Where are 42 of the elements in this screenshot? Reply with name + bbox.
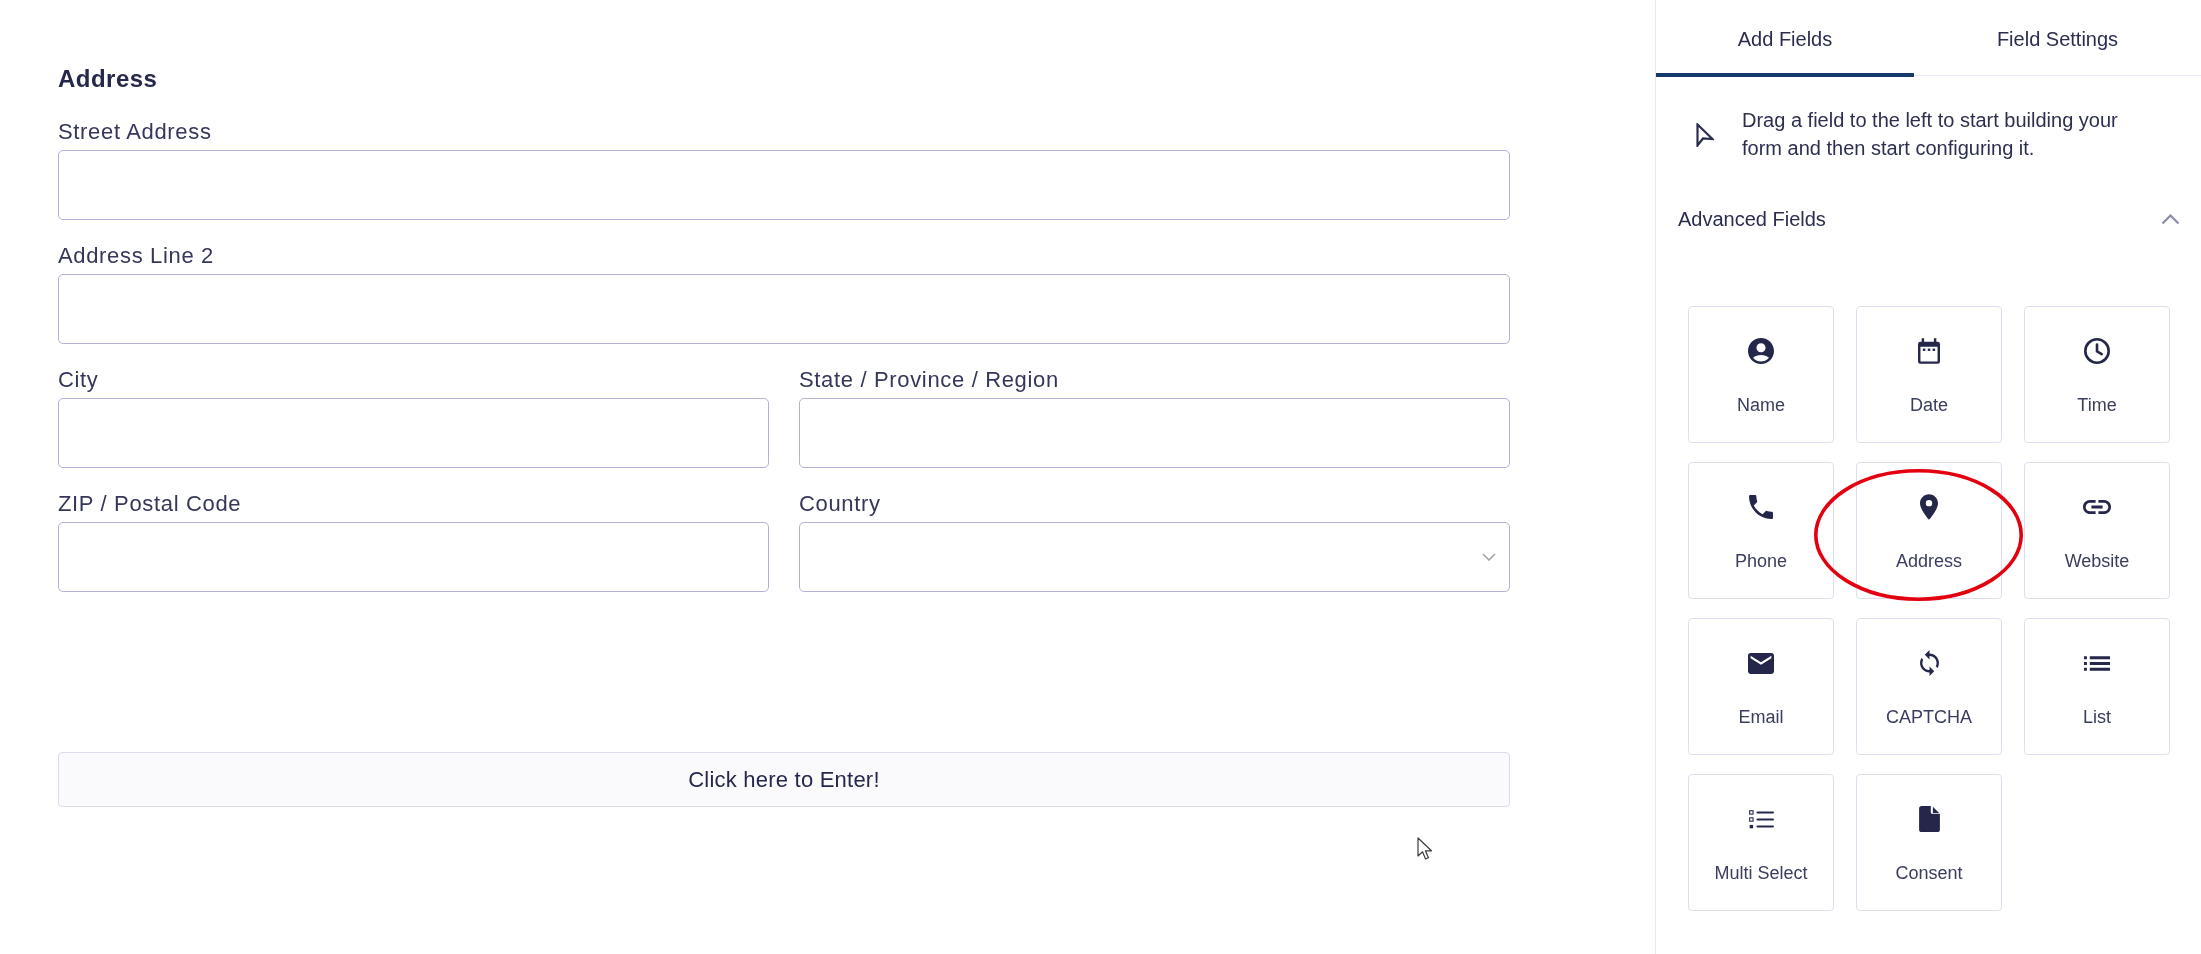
- text-field[interactable]: [58, 398, 769, 468]
- field-tile[interactable]: Time: [2024, 306, 2170, 443]
- field-label: City: [58, 366, 99, 394]
- field-tile[interactable]: Email: [1688, 618, 1834, 755]
- field-tile[interactable]: Multi Select: [1688, 774, 1834, 911]
- field-tile[interactable]: Website: [2024, 462, 2170, 599]
- section-heading: Address: [58, 65, 158, 93]
- field-tile[interactable]: CAPTCHA: [1856, 618, 2002, 755]
- hint-text: Drag a field to the left to start building your form and then start configuring it.: [1742, 108, 2119, 161]
- list-icon: [2084, 655, 2110, 671]
- field-tile[interactable]: Name: [1688, 306, 1834, 443]
- field-tile[interactable]: Date: [1856, 306, 2002, 443]
- clock-icon: [2084, 338, 2110, 364]
- circular-arrows-icon: [1919, 650, 1939, 676]
- envelope-icon: [1748, 652, 1774, 674]
- document-icon: [1918, 806, 1940, 832]
- field-tile[interactable]: Address: [1856, 462, 2002, 599]
- checklist-icon: [1748, 809, 1774, 829]
- field-label: Street Address: [58, 118, 212, 146]
- map-pin-icon: [1920, 494, 1938, 520]
- text-field[interactable]: [799, 398, 1510, 468]
- phone-icon: [1749, 495, 1773, 519]
- text-field[interactable]: [58, 150, 1510, 220]
- field-tile[interactable]: Phone: [1688, 462, 1834, 599]
- select-field[interactable]: [799, 522, 1510, 592]
- mouse-pointer-icon: [1417, 837, 1433, 861]
- tab[interactable]: Add Fields: [1656, 0, 1914, 77]
- text-field[interactable]: [58, 274, 1510, 344]
- cursor-arrow-icon: [1696, 123, 1714, 147]
- chevron-down-icon: [1482, 553, 1496, 561]
- field-tile[interactable]: List: [2024, 618, 2170, 755]
- submit-button[interactable]: Click here to Enter!: [58, 752, 1510, 807]
- tab[interactable]: Field Settings: [1914, 0, 2201, 77]
- section-header[interactable]: Advanced Fields: [1678, 205, 2180, 233]
- link-icon: [2083, 500, 2111, 514]
- text-field[interactable]: [58, 522, 769, 592]
- field-label: Address Line 2: [58, 242, 214, 270]
- calendar-icon: [1918, 338, 1940, 364]
- field-label: State / Province / Region: [799, 366, 1059, 394]
- field-label: Country: [799, 490, 881, 518]
- field-label: ZIP / Postal Code: [58, 490, 242, 518]
- field-tile[interactable]: Consent: [1856, 774, 2002, 911]
